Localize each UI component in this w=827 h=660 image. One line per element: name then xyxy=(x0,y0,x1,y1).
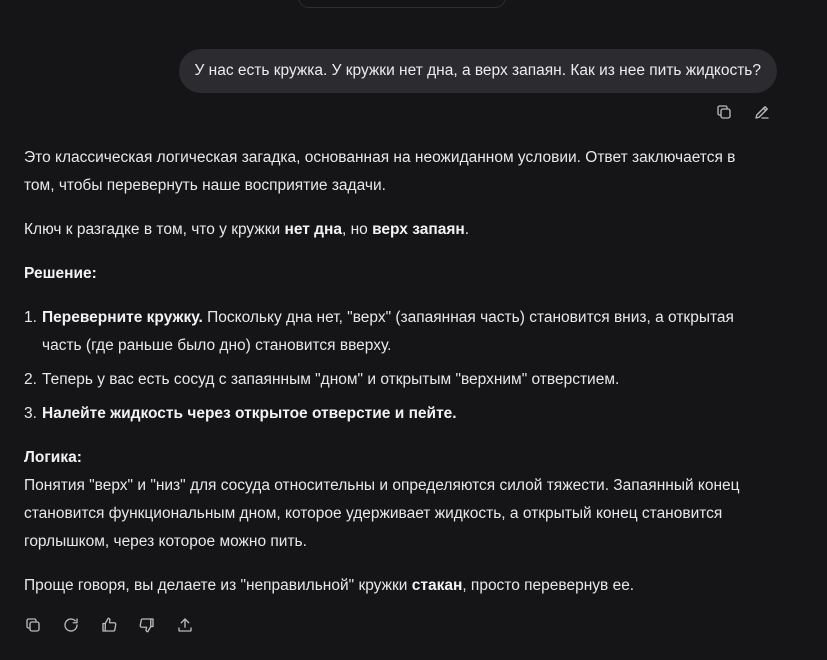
answer-intro: Это классическая логическая загадка, осн… xyxy=(24,149,736,194)
key-bold-top-sealed: верх запаян xyxy=(372,221,465,238)
solution-title: Решение: xyxy=(24,260,764,288)
solution-title-text: Решение: xyxy=(24,265,97,282)
list-item: 2. Теперь у вас есть сосуд с запаянным "д… xyxy=(24,366,764,394)
conclusion-text-pre: Проще говоря, вы делаете из "неправильно… xyxy=(24,577,412,594)
top-bar-pill[interactable] xyxy=(298,0,506,8)
copy-icon[interactable] xyxy=(715,103,733,121)
step-text: Теперь у вас есть сосуд с запаянным "дно… xyxy=(42,371,620,388)
logic-title-text: Логика: xyxy=(24,449,82,466)
logic-body: Понятия "верх" и "низ" для сосуда относи… xyxy=(24,477,740,550)
conclusion-text-post: , просто перевернув ее. xyxy=(462,577,635,594)
solution-steps: 1. Переверните кружку. Поскольку дна нет,… xyxy=(24,304,764,428)
answer-conclusion: Проще говоря, вы делаете из "неправильно… xyxy=(24,572,764,600)
user-message-text: У нас есть кружка. У кружки нет дна, а в… xyxy=(194,62,762,79)
thumbs-up-icon[interactable] xyxy=(100,616,118,634)
step-number: 3. xyxy=(24,405,37,422)
step-bold: Налейте жидкость через открытое отверсти… xyxy=(42,405,457,422)
copy-icon[interactable] xyxy=(24,616,42,634)
chat-page: У нас есть кружка. У кружки нет дна, а в… xyxy=(0,0,827,660)
key-bold-no-bottom: нет дна xyxy=(284,221,342,238)
step-bold: Переверните кружку. xyxy=(42,309,203,326)
answer-actions xyxy=(24,616,194,634)
thumbs-down-icon[interactable] xyxy=(138,616,156,634)
user-message-actions xyxy=(715,103,771,121)
step-number: 2. xyxy=(24,371,37,388)
list-item: 1. Переверните кружку. Поскольку дна нет,… xyxy=(24,304,764,360)
step-number: 1. xyxy=(24,309,37,326)
key-text-pre: Ключ к разгадке в том, что у кружки xyxy=(24,221,285,238)
conclusion-bold-glass: стакан xyxy=(411,577,463,594)
key-text-mid: , но xyxy=(341,221,373,238)
logic-title: Логика: xyxy=(24,444,764,472)
list-item: 3. Налейте жидкость через открытое отверс… xyxy=(24,400,764,428)
regenerate-icon[interactable] xyxy=(62,616,80,634)
user-message-bubble: У нас есть кружка. У кружки нет дна, а в… xyxy=(178,49,777,93)
key-text-post: . xyxy=(464,221,470,238)
assistant-answer: Это классическая логическая загадка, осн… xyxy=(24,144,764,600)
answer-key-paragraph: Ключ к разгадке в том, что у кружки нет … xyxy=(24,216,764,244)
share-icon[interactable] xyxy=(176,616,194,634)
edit-icon[interactable] xyxy=(753,103,771,121)
